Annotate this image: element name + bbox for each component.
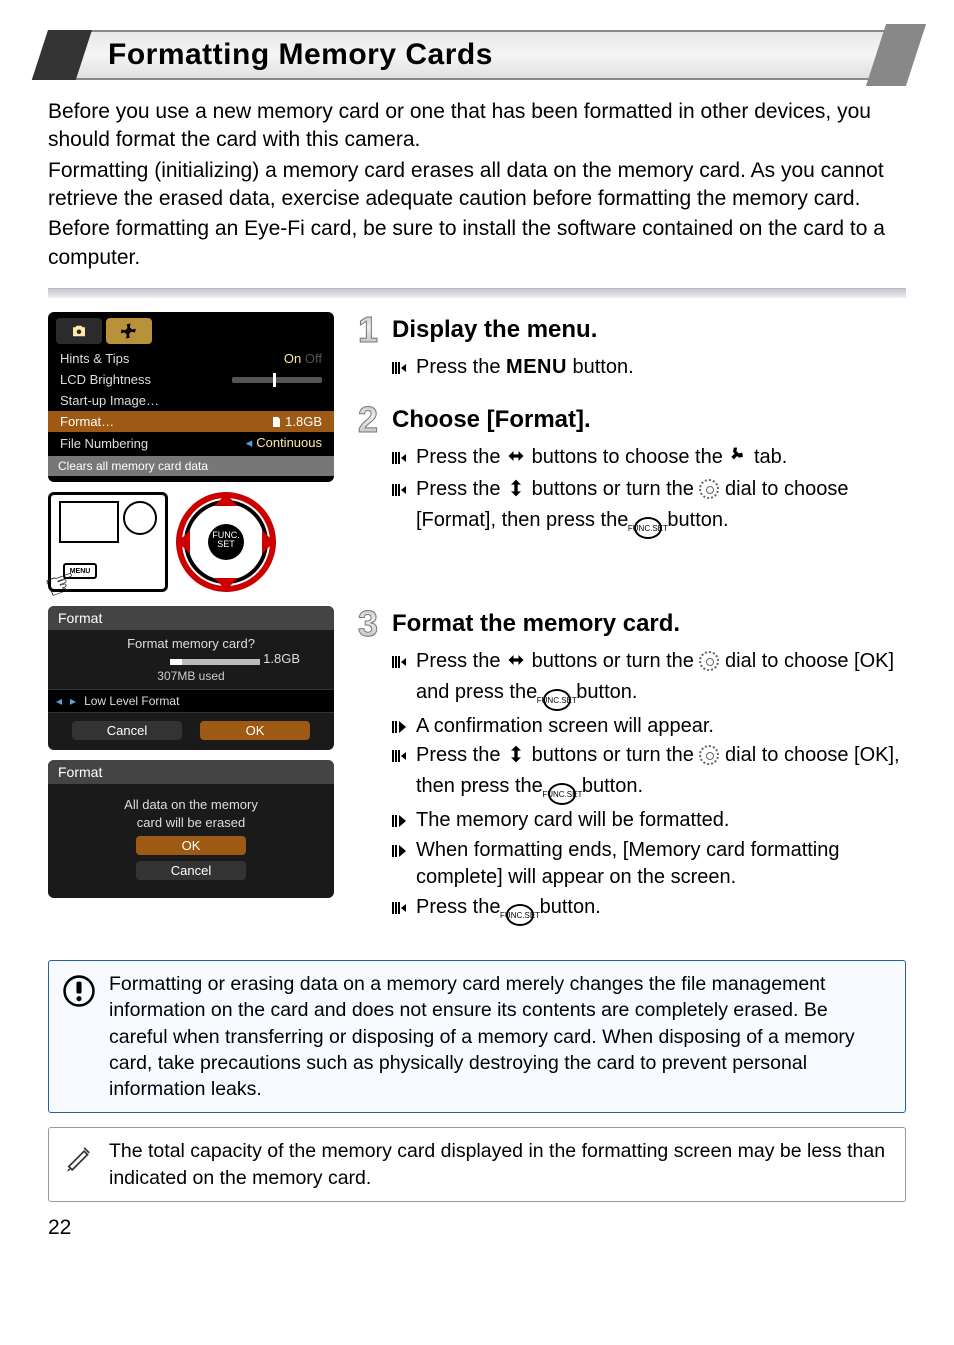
camera-tab-shooting	[56, 318, 102, 344]
intro-text: Before you use a new memory card or one …	[48, 98, 906, 272]
tools-tab-icon	[728, 446, 748, 475]
low-level-label: Low Level Format	[84, 694, 179, 708]
menu-value: Continuous	[256, 435, 322, 450]
control-dial-icon	[699, 745, 719, 765]
menu-value-on: On	[284, 351, 301, 366]
step-number-1: 1	[352, 312, 384, 348]
warning-note: Formatting or erasing data on a memory c…	[48, 960, 906, 1114]
section-title-bar: Formatting Memory Cards	[48, 30, 906, 80]
camera-icon	[70, 322, 88, 340]
info-note: The total capacity of the memory card di…	[48, 1127, 906, 1202]
camera-back-illustration: MENU ☞	[48, 492, 168, 592]
step-instruction: Press the buttons or turn the dial to ch…	[392, 476, 906, 539]
card-size: 1.8GB	[263, 651, 300, 666]
left-right-arrows-icon	[506, 446, 526, 475]
func-set-button-icon: FUNC.SET	[543, 689, 571, 711]
menu-help-text: Clears all memory card data	[48, 456, 334, 476]
intro-paragraph-1: Before you use a new memory card or one …	[48, 98, 906, 155]
step-result: The memory card will be formatted.	[392, 807, 906, 835]
menu-label: Hints & Tips	[60, 351, 129, 366]
usage-bar	[170, 659, 260, 665]
camera-settings-menu-screenshot: Hints & Tips On Off LCD Brightness Start…	[48, 312, 334, 482]
confirm-line-1: All data on the memory	[62, 797, 320, 812]
cancel-button: Cancel	[136, 861, 246, 880]
intro-paragraph-3: Before formatting an Eye-Fi card, be sur…	[48, 215, 906, 272]
menu-row-format-selected: Format… 1.8GB	[48, 411, 334, 432]
step-result: When formatting ends, [Memory card forma…	[392, 837, 906, 892]
dialog-question: Format memory card?	[62, 636, 320, 651]
warning-text: Formatting or erasing data on a memory c…	[109, 973, 855, 1100]
control-dial-icon	[699, 479, 719, 499]
used-space: 307MB used	[62, 669, 320, 683]
card-icon	[270, 416, 282, 428]
step-number-2: 2	[352, 402, 384, 438]
info-text: The total capacity of the memory card di…	[109, 1140, 885, 1188]
pencil-note-icon	[61, 1140, 97, 1176]
divider	[48, 288, 906, 298]
step-title: Format the memory card.	[392, 610, 680, 638]
control-dial-icon	[699, 651, 719, 671]
menu-label: Format…	[60, 414, 114, 429]
format-confirm-dialog-screenshot: Format All data on the memory card will …	[48, 760, 334, 898]
tools-icon	[120, 322, 138, 340]
camera-tab-setup	[106, 318, 152, 344]
dialog-title: Format	[48, 760, 334, 784]
step-title: Display the menu.	[392, 316, 597, 344]
func-set-button-icon: FUNC.SET	[506, 904, 534, 926]
left-right-arrows-icon	[506, 650, 526, 679]
low-level-format-row: ◂ ▸ Low Level Format	[48, 689, 334, 713]
confirm-line-2: card will be erased	[62, 815, 320, 830]
up-down-arrows-icon	[506, 744, 526, 773]
menu-value-off: Off	[305, 351, 322, 366]
step-number-3: 3	[352, 606, 384, 642]
menu-label: Start-up Image…	[60, 393, 159, 408]
format-dialog-screenshot: Format Format memory card? 1.8GB 307MB u…	[48, 606, 334, 750]
caution-icon	[61, 973, 97, 1009]
func-set-button-icon: FUNC.SET	[634, 517, 662, 539]
step-instruction: Press the MENU button.	[392, 354, 906, 382]
brightness-slider	[232, 377, 322, 383]
menu-label: LCD Brightness	[60, 372, 151, 387]
left-arrow-icon: ◂	[246, 435, 253, 450]
dialog-title: Format	[48, 606, 334, 630]
step-instruction: Press the buttons to choose the tab.	[392, 444, 906, 475]
up-down-arrows-icon	[506, 478, 526, 507]
page-number: 22	[48, 1216, 906, 1240]
menu-value: 1.8GB	[285, 414, 322, 429]
step-2: 2 Choose [Format]. Press the buttons to …	[352, 402, 906, 539]
ok-button: OK	[200, 721, 310, 740]
control-dial-illustration: FUNC.SET	[178, 494, 274, 590]
menu-row-numbering: File Numbering ◂Continuous	[48, 432, 334, 454]
step-title: Choose [Format].	[392, 406, 591, 434]
ok-button: OK	[136, 836, 246, 855]
step-3: 3 Format the memory card. Press the butt…	[352, 606, 906, 926]
step-instruction: Press the FUNC.SET button.	[392, 894, 906, 926]
menu-label: File Numbering	[60, 436, 148, 451]
menu-button-text: MENU	[506, 356, 567, 378]
menu-row-lcd: LCD Brightness	[48, 369, 334, 390]
step-1: 1 Display the menu. Press the MENU butto…	[352, 312, 906, 382]
chevron-right-icon: ▸	[70, 694, 76, 708]
func-set-button-icon: FUNC.SET	[548, 783, 576, 805]
section-title: Formatting Memory Cards	[108, 38, 493, 71]
set-label: SET	[217, 539, 235, 549]
cancel-button: Cancel	[72, 721, 182, 740]
menu-row-startup: Start-up Image…	[48, 390, 334, 411]
menu-row-hints: Hints & Tips On Off	[48, 348, 334, 369]
step-result: A confirmation screen will appear.	[392, 713, 906, 741]
intro-paragraph-2: Formatting (initializing) a memory card …	[48, 157, 906, 214]
step-instruction: Press the buttons or turn the dial to ch…	[392, 648, 906, 711]
step-instruction: Press the buttons or turn the dial to ch…	[392, 742, 906, 805]
chevron-left-icon: ◂	[56, 694, 62, 708]
